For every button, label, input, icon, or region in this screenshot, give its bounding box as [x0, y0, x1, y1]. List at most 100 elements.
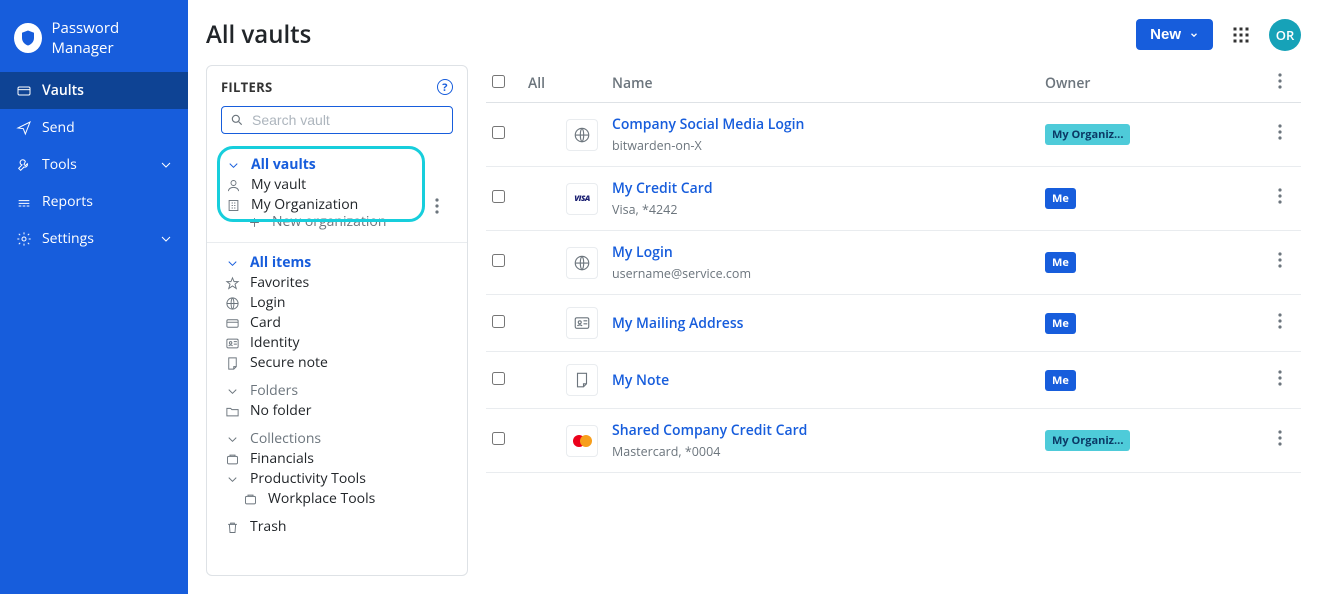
- left-nav: Password Manager Vaults Send Tools Repor…: [0, 0, 188, 594]
- chevron-down-icon: [226, 158, 241, 173]
- filter-all-vaults[interactable]: All vaults: [222, 155, 416, 175]
- item-type-icon: [566, 247, 598, 279]
- row-checkbox[interactable]: [492, 190, 505, 203]
- vault-icon: [16, 83, 32, 99]
- row-checkbox[interactable]: [492, 126, 505, 139]
- filter-identity[interactable]: Identity: [221, 333, 453, 353]
- filters-panel: FILTERS ? All vaults My vault: [206, 65, 468, 576]
- filter-financials[interactable]: Financials: [221, 449, 453, 469]
- owner-badge: Me: [1045, 313, 1076, 334]
- filter-folders-label: Folders: [250, 381, 298, 401]
- header-more-button[interactable]: [1265, 73, 1295, 94]
- filter-collections[interactable]: Collections: [221, 429, 453, 449]
- search-icon: [230, 113, 244, 127]
- tools-icon: [16, 157, 32, 173]
- filter-card[interactable]: Card: [221, 313, 453, 333]
- filter-all-vaults-label: All vaults: [251, 155, 316, 175]
- nav-send[interactable]: Send: [0, 109, 188, 146]
- filter-login-label: Login: [250, 293, 285, 313]
- owner-badge: Me: [1045, 252, 1076, 273]
- content: FILTERS ? All vaults My vault: [206, 65, 1301, 576]
- nav-tools[interactable]: Tools: [0, 146, 188, 183]
- chevron-down-icon: [225, 472, 240, 487]
- filter-workplace[interactable]: Workplace Tools: [221, 489, 453, 509]
- row-checkbox[interactable]: [492, 315, 505, 328]
- table-row: My Mailing AddressMe: [486, 295, 1301, 352]
- owner-badge: Me: [1045, 188, 1076, 209]
- item-name-link[interactable]: Company Social Media Login: [612, 115, 1045, 134]
- filter-my-vault[interactable]: My vault: [222, 175, 416, 195]
- item-name-link[interactable]: My Mailing Address: [612, 314, 1045, 333]
- app-switcher-button[interactable]: [1227, 21, 1255, 49]
- search-field[interactable]: [221, 106, 453, 134]
- filter-my-org[interactable]: My Organization: [222, 195, 416, 215]
- globe-icon: [225, 296, 240, 311]
- row-more-button[interactable]: [1265, 313, 1295, 334]
- row-more-button[interactable]: [1265, 370, 1295, 391]
- row-checkbox[interactable]: [492, 372, 505, 385]
- folder-icon: [225, 404, 240, 419]
- filter-identity-label: Identity: [250, 333, 299, 353]
- main: All vaults New OR FILTERS ?: [188, 0, 1329, 594]
- filter-financials-label: Financials: [250, 449, 314, 469]
- nav-vaults[interactable]: Vaults: [0, 72, 188, 109]
- table-row: My Loginusername@service.comMe: [486, 231, 1301, 295]
- table-row: Company Social Media Loginbitwarden-on-X…: [486, 103, 1301, 167]
- vault-more-button[interactable]: [435, 198, 439, 219]
- nav-tools-label: Tools: [42, 155, 77, 174]
- collection-icon: [243, 492, 258, 507]
- filter-productivity[interactable]: Productivity Tools: [221, 469, 453, 489]
- row-more-button[interactable]: [1265, 124, 1295, 145]
- row-more-button[interactable]: [1265, 188, 1295, 209]
- filter-favorites[interactable]: Favorites: [221, 273, 453, 293]
- owner-badge: Me: [1045, 370, 1076, 391]
- owner-badge: My Organiz...: [1045, 124, 1130, 145]
- user-icon: [226, 178, 241, 193]
- new-button[interactable]: New: [1136, 19, 1213, 50]
- filter-folders[interactable]: Folders: [221, 381, 453, 401]
- item-name-link[interactable]: My Credit Card: [612, 179, 1045, 198]
- col-all: All: [528, 74, 566, 93]
- select-all-checkbox[interactable]: [492, 75, 505, 88]
- nav-reports[interactable]: Reports: [0, 183, 188, 220]
- filter-secure-note[interactable]: Secure note: [221, 353, 453, 373]
- item-type-icon: [566, 425, 598, 457]
- gear-icon: [16, 231, 32, 247]
- row-checkbox[interactable]: [492, 432, 505, 445]
- filter-no-folder[interactable]: No folder: [221, 401, 453, 421]
- filter-collections-label: Collections: [250, 429, 321, 449]
- building-icon: [226, 198, 241, 213]
- row-more-button[interactable]: [1265, 430, 1295, 451]
- item-name-link[interactable]: My Login: [612, 243, 1045, 262]
- filter-all-items[interactable]: All items: [221, 253, 453, 273]
- col-owner: Owner: [1045, 74, 1265, 93]
- items-table: All Name Owner Company Social Media Logi…: [486, 65, 1301, 576]
- brand: Password Manager: [0, 10, 188, 72]
- filter-card-label: Card: [250, 313, 281, 333]
- nav-settings[interactable]: Settings: [0, 220, 188, 257]
- nav-settings-label: Settings: [42, 229, 94, 248]
- help-icon[interactable]: ?: [437, 79, 453, 95]
- table-header: All Name Owner: [486, 65, 1301, 103]
- vault-highlight: All vaults My vault My Organization: [217, 146, 425, 222]
- separator: [207, 242, 467, 243]
- filters-tree: All vaults My vault My Organization New …: [221, 146, 453, 537]
- item-name-link[interactable]: My Note: [612, 371, 1045, 390]
- item-type-icon: [566, 364, 598, 396]
- avatar[interactable]: OR: [1269, 19, 1301, 51]
- row-more-button[interactable]: [1265, 252, 1295, 273]
- row-checkbox[interactable]: [492, 254, 505, 267]
- chevron-down-icon: [225, 432, 240, 447]
- table-row: My NoteMe: [486, 352, 1301, 409]
- page-title: All vaults: [206, 18, 311, 51]
- filter-trash[interactable]: Trash: [221, 517, 453, 537]
- item-type-icon: [566, 307, 598, 339]
- filter-no-folder-label: No folder: [250, 401, 311, 421]
- chevron-down-icon: [158, 157, 174, 173]
- search-input[interactable]: [252, 112, 444, 128]
- filter-login[interactable]: Login: [221, 293, 453, 313]
- item-subtitle: Visa, *4242: [612, 201, 1045, 218]
- filter-my-vault-label: My vault: [251, 175, 306, 195]
- item-name-link[interactable]: Shared Company Credit Card: [612, 421, 1045, 440]
- header-actions: New OR: [1136, 19, 1301, 51]
